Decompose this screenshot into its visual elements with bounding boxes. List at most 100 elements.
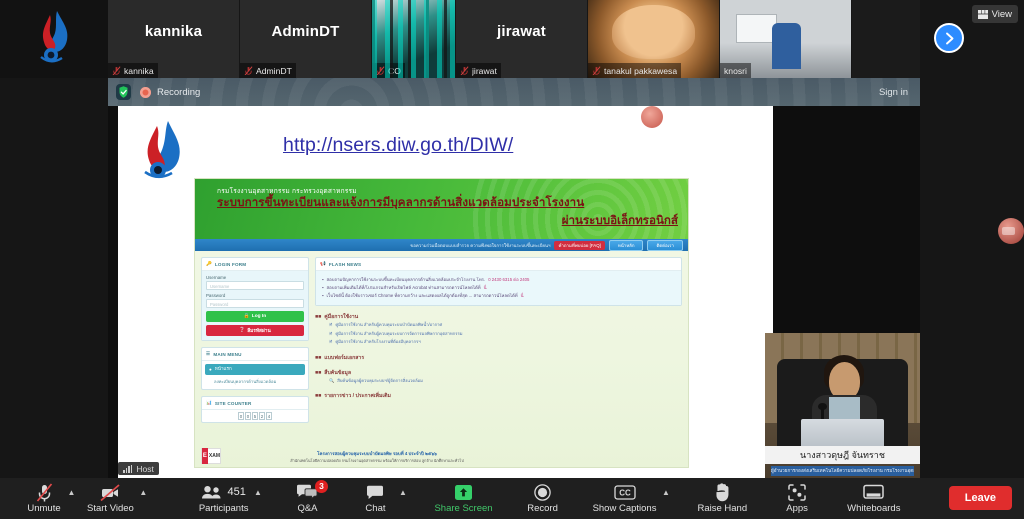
site-sidebar: 🔑 LOGIN FORM Username Username Password … bbox=[201, 257, 309, 429]
username-label: Username bbox=[206, 275, 304, 280]
participant-tile-co[interactable]: CO bbox=[372, 0, 456, 78]
recording-dot-icon[interactable] bbox=[140, 87, 151, 98]
site-banner: กรมโรงงานอุตสาหกรรม กระทรวงอุตสาหกรรม ระ… bbox=[195, 179, 688, 239]
record-button[interactable]: Record bbox=[517, 478, 569, 519]
section-link[interactable]: 🗎 คู่มือการใช้งาน สำหรับผู้ควบคุมระบบการ… bbox=[315, 330, 682, 338]
qa-button[interactable]: 3 Q&A bbox=[281, 478, 333, 519]
next-page-arrow-button[interactable] bbox=[934, 23, 964, 53]
share-screen-label: Share Screen bbox=[434, 503, 492, 515]
section-link[interactable]: 🗎 คู่มือการใช้งาน สำหรับโรงงานที่ต้องมีบ… bbox=[315, 338, 682, 346]
sign-in-button[interactable]: Sign in bbox=[879, 87, 912, 98]
section-heading: ■■ สืบค้นข้อมูล bbox=[315, 369, 682, 377]
login-panel: 🔑 LOGIN FORM Username Username Password … bbox=[201, 257, 309, 341]
share-status-bar: Recording Sign in bbox=[108, 78, 920, 106]
flash-news-item[interactable]: ▪ สอบถามเพิ่มเติมได้ที่/โปรแกรมสำหรับเปิ… bbox=[322, 284, 675, 292]
share-screen-icon bbox=[454, 483, 473, 502]
participant-tile-admindt[interactable]: AdminDT AdminDT bbox=[240, 0, 372, 78]
bullet-icon: ▪ bbox=[322, 276, 324, 284]
shared-screen-area: Recording Sign in http://nsers.diw.go.th… bbox=[108, 78, 920, 478]
site-counter-title: SITE COUNTER bbox=[215, 401, 252, 406]
site-counter-panel: 📊 SITE COUNTER 0 0 5 2 4 bbox=[201, 396, 309, 423]
section-link[interactable]: 🗎 คู่มือการใช้งาน สำหรับผู้ควบคุมระบบบำบ… bbox=[315, 321, 682, 329]
encryption-shield-icon[interactable] bbox=[116, 84, 131, 100]
whiteboards-button[interactable]: Whiteboards bbox=[839, 478, 908, 519]
qa-icon: 3 bbox=[296, 483, 319, 502]
section-heading: ■■ แบบฟอร์มเอกสาร bbox=[315, 354, 682, 362]
participant-tile-jirawat[interactable]: jirawat jirawat bbox=[456, 0, 588, 78]
participant-display-name: kannika bbox=[108, 0, 239, 62]
grid-view-icon bbox=[978, 10, 988, 19]
participant-display-name: AdminDT bbox=[240, 0, 371, 62]
participant-name-label: jirawat bbox=[472, 66, 497, 76]
section-link[interactable]: 🔍 สืบค้นข้อมูลผู้ควบคุมระบบฯ/ผู้จัดการสิ… bbox=[315, 377, 682, 385]
start-video-button[interactable]: Start Video bbox=[79, 478, 142, 519]
flash-news-item-highlight: นี่ bbox=[521, 292, 524, 300]
shared-document: http://nsers.diw.go.th/DIW/ กรมโรงงานอุต… bbox=[118, 106, 773, 478]
whiteboards-label: Whiteboards bbox=[847, 503, 900, 515]
flash-news-heading: 📢 FLASH NEWS bbox=[316, 258, 681, 271]
video-off-icon bbox=[100, 483, 121, 502]
flash-news-item-text: สอบถามปัญหาการใช้งานระบบขึ้นทะเบียนบุคลา… bbox=[327, 276, 486, 284]
zoom-meeting-window: kannika kannika AdminDT AdminDT bbox=[0, 0, 1024, 519]
flash-news-item[interactable]: ▪ สอบถามปัญหาการใช้งานระบบขึ้นทะเบียนบุค… bbox=[322, 276, 675, 284]
username-input[interactable]: Username bbox=[206, 281, 304, 290]
lock-icon: 🔒 bbox=[244, 314, 250, 319]
unmute-label: Unmute bbox=[27, 503, 60, 515]
participant-tile-knosri[interactable]: knosri bbox=[720, 0, 852, 78]
banner-title-line1: ระบบการขึ้นทะเบียนและแจ้งการมีบุคลากรด้า… bbox=[217, 196, 680, 210]
section-news: ■■ รายการข่าว / ประกาศเพิ่มเติม bbox=[315, 392, 682, 400]
navbar-home-button[interactable]: หน้าหลัก bbox=[609, 240, 644, 251]
pdf-icon: 🗎 bbox=[329, 321, 332, 329]
share-screen-button[interactable]: Share Screen bbox=[426, 478, 500, 519]
login-button[interactable]: 🔒 Log In bbox=[206, 311, 304, 322]
section-manuals: ■■ คู่มือการใช้งาน 🗎 คู่มือการใช้งาน สำห… bbox=[315, 313, 682, 346]
menu-sub-item[interactable]: ลงทะเบียนบุคลากรด้านสิ่งแวดล้อม bbox=[205, 375, 305, 386]
document-logo bbox=[132, 118, 194, 198]
counter-digit: 0 bbox=[245, 412, 251, 420]
navbar-contact-button[interactable]: ติดต่อเรา bbox=[647, 240, 683, 251]
recording-label: Recording bbox=[157, 87, 200, 98]
shared-url-link[interactable]: http://nsers.diw.go.th/DIW/ bbox=[283, 134, 513, 157]
book-icon: ■■ bbox=[315, 314, 321, 320]
unmute-button[interactable]: Unmute bbox=[18, 478, 70, 519]
whiteboard-icon bbox=[863, 483, 884, 502]
participant-namebar: CO bbox=[372, 63, 405, 78]
participant-display-name: jirawat bbox=[456, 0, 587, 62]
menu-item-home[interactable]: ● หน้าแรก bbox=[205, 364, 305, 375]
presenter-title: ผู้อำนวยการกองส่งเสริมเทคโนโลยีความปลอดภ… bbox=[771, 466, 914, 476]
floating-video-bubble[interactable] bbox=[998, 218, 1024, 244]
host-badge-label: Host bbox=[136, 464, 153, 474]
main-menu-title: MAIN MENU bbox=[213, 352, 241, 357]
mic-off-icon bbox=[376, 66, 385, 76]
flash-news-panel: 📢 FLASH NEWS ▪ สอบถามปัญหาการใช้งานระบบข… bbox=[315, 257, 682, 306]
leave-button[interactable]: Leave bbox=[949, 486, 1012, 510]
counter-digit: 5 bbox=[252, 412, 258, 420]
view-button[interactable]: View bbox=[972, 5, 1018, 23]
section-heading-label: แบบฟอร์มเอกสาร bbox=[324, 354, 364, 362]
login-panel-body: Username Username Password Password 🔒 Lo… bbox=[202, 271, 308, 340]
password-input[interactable]: Password bbox=[206, 299, 304, 308]
participants-button[interactable]: 451 Participants bbox=[191, 478, 257, 519]
participant-tile-tanakul[interactable]: tanakul pakkawesa bbox=[588, 0, 720, 78]
apps-button[interactable]: Apps bbox=[771, 478, 823, 519]
flash-news-item[interactable]: ▪ เว็บไซต์นี้ ต้องใช้บราวเซอร์ Chrome ที… bbox=[322, 292, 675, 300]
faq-button[interactable]: คำถามที่พบบ่อย [FAQ] bbox=[554, 241, 604, 250]
raise-hand-button[interactable]: Raise Hand bbox=[689, 478, 755, 519]
chat-icon bbox=[366, 483, 384, 502]
main-menu-panel: ☰ MAIN MENU ● หน้าแรก ลงทะเบียนบุคลากรด้… bbox=[201, 347, 309, 390]
counter-digit: 2 bbox=[259, 412, 265, 420]
presenter-name: นางสาวดุษฎี จันทราช bbox=[765, 446, 920, 464]
section-link-label: คู่มือการใช้งาน สำหรับผู้ควบคุมระบบบำบัด… bbox=[335, 321, 442, 329]
navbar-note: ขอความร่วมมือตอบแบบสำรวจ ความพึงพอใจการใ… bbox=[410, 242, 550, 249]
section-link-label: คู่มือการใช้งาน สำหรับโรงงานที่ต้องมีบุค… bbox=[335, 338, 420, 346]
presenter-video-tile[interactable]: นางสาวดุษฎี จันทราช ผู้อำนวยการกองส่งเสร… bbox=[765, 333, 920, 478]
menu-item-home-label: หน้าแรก bbox=[215, 366, 232, 373]
home-icon: ● bbox=[209, 367, 212, 372]
participant-tile-kannika[interactable]: kannika kannika bbox=[108, 0, 240, 78]
meeting-toolbar: Unmute ▲ Start Video ▲ bbox=[0, 478, 1024, 519]
show-captions-button[interactable]: CC Show Captions bbox=[585, 478, 665, 519]
signal-bars-icon bbox=[123, 465, 132, 473]
diw-flame-logo-icon bbox=[31, 9, 77, 69]
chat-button[interactable]: Chat bbox=[349, 478, 401, 519]
forgot-password-button[interactable]: ❔ ลืมรหัสผ่าน bbox=[206, 325, 304, 336]
